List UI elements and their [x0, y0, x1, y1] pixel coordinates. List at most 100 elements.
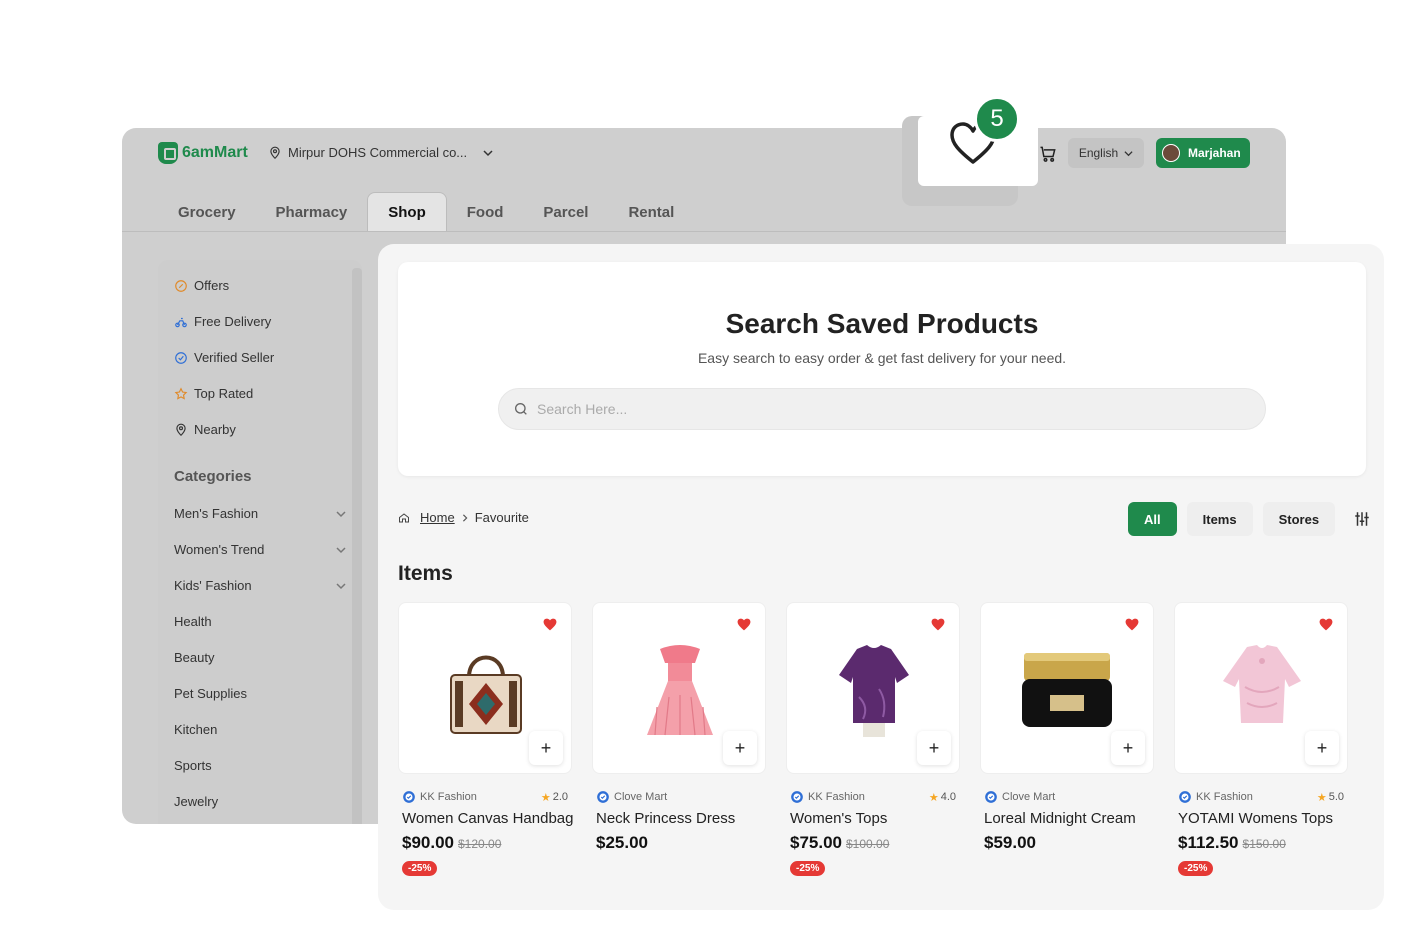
category-sports[interactable]: Sports	[174, 758, 346, 773]
product-name[interactable]: Women's Tops	[786, 810, 960, 827]
category-label: Kids' Fashion	[174, 578, 252, 593]
sidebar-item-label: Top Rated	[194, 386, 254, 401]
category-beauty[interactable]: Beauty	[174, 650, 346, 665]
price: $112.50	[1178, 833, 1239, 852]
add-to-cart-button[interactable]: +	[723, 731, 757, 765]
filter-items-button[interactable]: Items	[1186, 502, 1253, 536]
sidebar-item-nearby[interactable]: Nearby	[174, 422, 236, 437]
remove-favourite-button[interactable]	[927, 613, 949, 635]
avatar	[1162, 144, 1180, 162]
product-card[interactable]: + KK Fashion ★ 4.0 Women's Tops $75.00 $1…	[786, 602, 960, 876]
rating: ★ 5.0	[1317, 791, 1344, 804]
old-price: $120.00	[458, 837, 502, 851]
language-label: English	[1078, 146, 1119, 160]
search-input[interactable]	[537, 401, 1137, 417]
breadcrumb-home-link[interactable]: Home	[420, 510, 455, 525]
store-row: KK Fashion ★ 5.0	[1174, 790, 1348, 804]
sidebar-item-free-delivery[interactable]: Free Delivery	[174, 314, 271, 329]
bike-icon	[175, 317, 187, 327]
items-section-title: Items	[398, 562, 453, 585]
store-info[interactable]: KK Fashion	[790, 790, 865, 804]
user-profile-button[interactable]: Marjahan	[1156, 138, 1250, 168]
product-image-area[interactable]: +	[1174, 602, 1348, 774]
add-to-cart-button[interactable]: +	[917, 731, 951, 765]
logo[interactable]: 6amMart	[158, 142, 248, 164]
cart-icon[interactable]	[1038, 144, 1058, 164]
filter-group: All Items Stores	[1128, 502, 1379, 536]
remove-favourite-button[interactable]	[1315, 613, 1337, 635]
add-to-cart-button[interactable]: +	[1305, 731, 1339, 765]
tab-shop[interactable]: Shop	[367, 192, 447, 232]
sidebar-item-verified-seller[interactable]: Verified Seller	[174, 350, 274, 365]
store-info[interactable]: KK Fashion	[1178, 790, 1253, 804]
product-name[interactable]: Loreal Midnight Cream	[980, 810, 1154, 827]
category-pet-supplies[interactable]: Pet Supplies	[174, 686, 346, 701]
product-card[interactable]: + KK Fashion ★ 2.0 Women Canvas Handbag $…	[398, 602, 574, 876]
filter-settings-button[interactable]	[1345, 502, 1379, 536]
tab-food[interactable]: Food	[447, 192, 524, 232]
chevron-down-icon	[1124, 150, 1133, 156]
logo-text: 6amMart	[182, 144, 248, 161]
rating-value: 2.0	[552, 791, 568, 803]
tab-grocery[interactable]: Grocery	[158, 192, 256, 232]
user-name: Marjahan	[1188, 146, 1241, 160]
store-row: Clove Mart	[592, 790, 766, 804]
category-mens-fashion[interactable]: Men's Fashion	[174, 506, 346, 521]
product-image-area[interactable]: +	[980, 602, 1154, 774]
cream-jar-image	[1022, 653, 1112, 727]
product-list: + KK Fashion ★ 2.0 Women Canvas Handbag $…	[398, 602, 1348, 876]
store-name: Clove Mart	[614, 791, 668, 803]
category-label: Kitchen	[174, 722, 218, 737]
tab-rental[interactable]: Rental	[608, 192, 694, 232]
discount-badge: -25%	[1178, 861, 1214, 876]
category-jewelry[interactable]: Jewelry	[174, 794, 346, 809]
category-label: Pet Supplies	[174, 686, 247, 701]
store-name: KK Fashion	[808, 791, 865, 803]
sidebar-item-offers[interactable]: Offers	[174, 278, 229, 293]
chevron-down-icon[interactable]	[336, 509, 346, 519]
sidebar-item-top-rated[interactable]: Top Rated	[174, 386, 253, 401]
product-card[interactable]: + Clove Mart Neck Princess Dress $25.00	[592, 602, 766, 876]
filter-stores-button[interactable]: Stores	[1262, 502, 1336, 536]
language-selector[interactable]: English	[1068, 138, 1144, 168]
tab-parcel[interactable]: Parcel	[523, 192, 608, 232]
product-card[interactable]: + KK Fashion ★ 5.0 YOTAMI Womens Tops $11…	[1174, 602, 1348, 876]
tab-pharmacy[interactable]: Pharmacy	[256, 192, 368, 232]
discount-badge: -25%	[402, 861, 438, 876]
remove-favourite-button[interactable]	[733, 613, 755, 635]
remove-favourite-button[interactable]	[539, 613, 561, 635]
search-bar[interactable]	[498, 388, 1266, 430]
sidebar-item-label: Nearby	[194, 422, 236, 437]
product-name[interactable]: Neck Princess Dress	[592, 810, 766, 827]
location-selector[interactable]: Mirpur DOHS Commercial co...	[268, 145, 493, 160]
store-info[interactable]: Clove Mart	[596, 790, 667, 804]
product-image-area[interactable]: +	[786, 602, 960, 774]
module-tabs: Grocery Pharmacy Shop Food Parcel Rental	[158, 186, 694, 232]
verified-icon	[985, 791, 997, 803]
chevron-down-icon[interactable]	[336, 581, 346, 591]
store-info[interactable]: KK Fashion	[402, 790, 477, 804]
store-name: Clove Mart	[1002, 791, 1056, 803]
category-label: Men's Fashion	[174, 506, 259, 521]
category-womens-trend[interactable]: Women's Trend	[174, 542, 346, 557]
store-info[interactable]: Clove Mart	[984, 790, 1055, 804]
filter-all-button[interactable]: All	[1128, 502, 1177, 536]
category-health[interactable]: Health	[174, 614, 346, 629]
store-row: KK Fashion ★ 4.0	[786, 790, 960, 804]
add-to-cart-button[interactable]: +	[1111, 731, 1145, 765]
heart-filled-icon	[931, 618, 945, 630]
product-card[interactable]: + Clove Mart Loreal Midnight Cream $59.0…	[980, 602, 1154, 876]
handbag-image	[450, 655, 522, 734]
product-name[interactable]: Women Canvas Handbag	[398, 810, 574, 827]
sidebar-scrollbar[interactable]	[352, 268, 362, 824]
remove-favourite-button[interactable]	[1121, 613, 1143, 635]
category-kitchen[interactable]: Kitchen	[174, 722, 346, 737]
sidebar-item-label: Free Delivery	[194, 314, 272, 329]
add-to-cart-button[interactable]: +	[529, 731, 563, 765]
sliders-icon	[1355, 512, 1369, 526]
product-name[interactable]: YOTAMI Womens Tops	[1174, 810, 1348, 827]
product-image-area[interactable]: +	[592, 602, 766, 774]
chevron-down-icon[interactable]	[336, 545, 346, 555]
product-image-area[interactable]: +	[398, 602, 572, 774]
category-kids-fashion[interactable]: Kids' Fashion	[174, 578, 346, 593]
